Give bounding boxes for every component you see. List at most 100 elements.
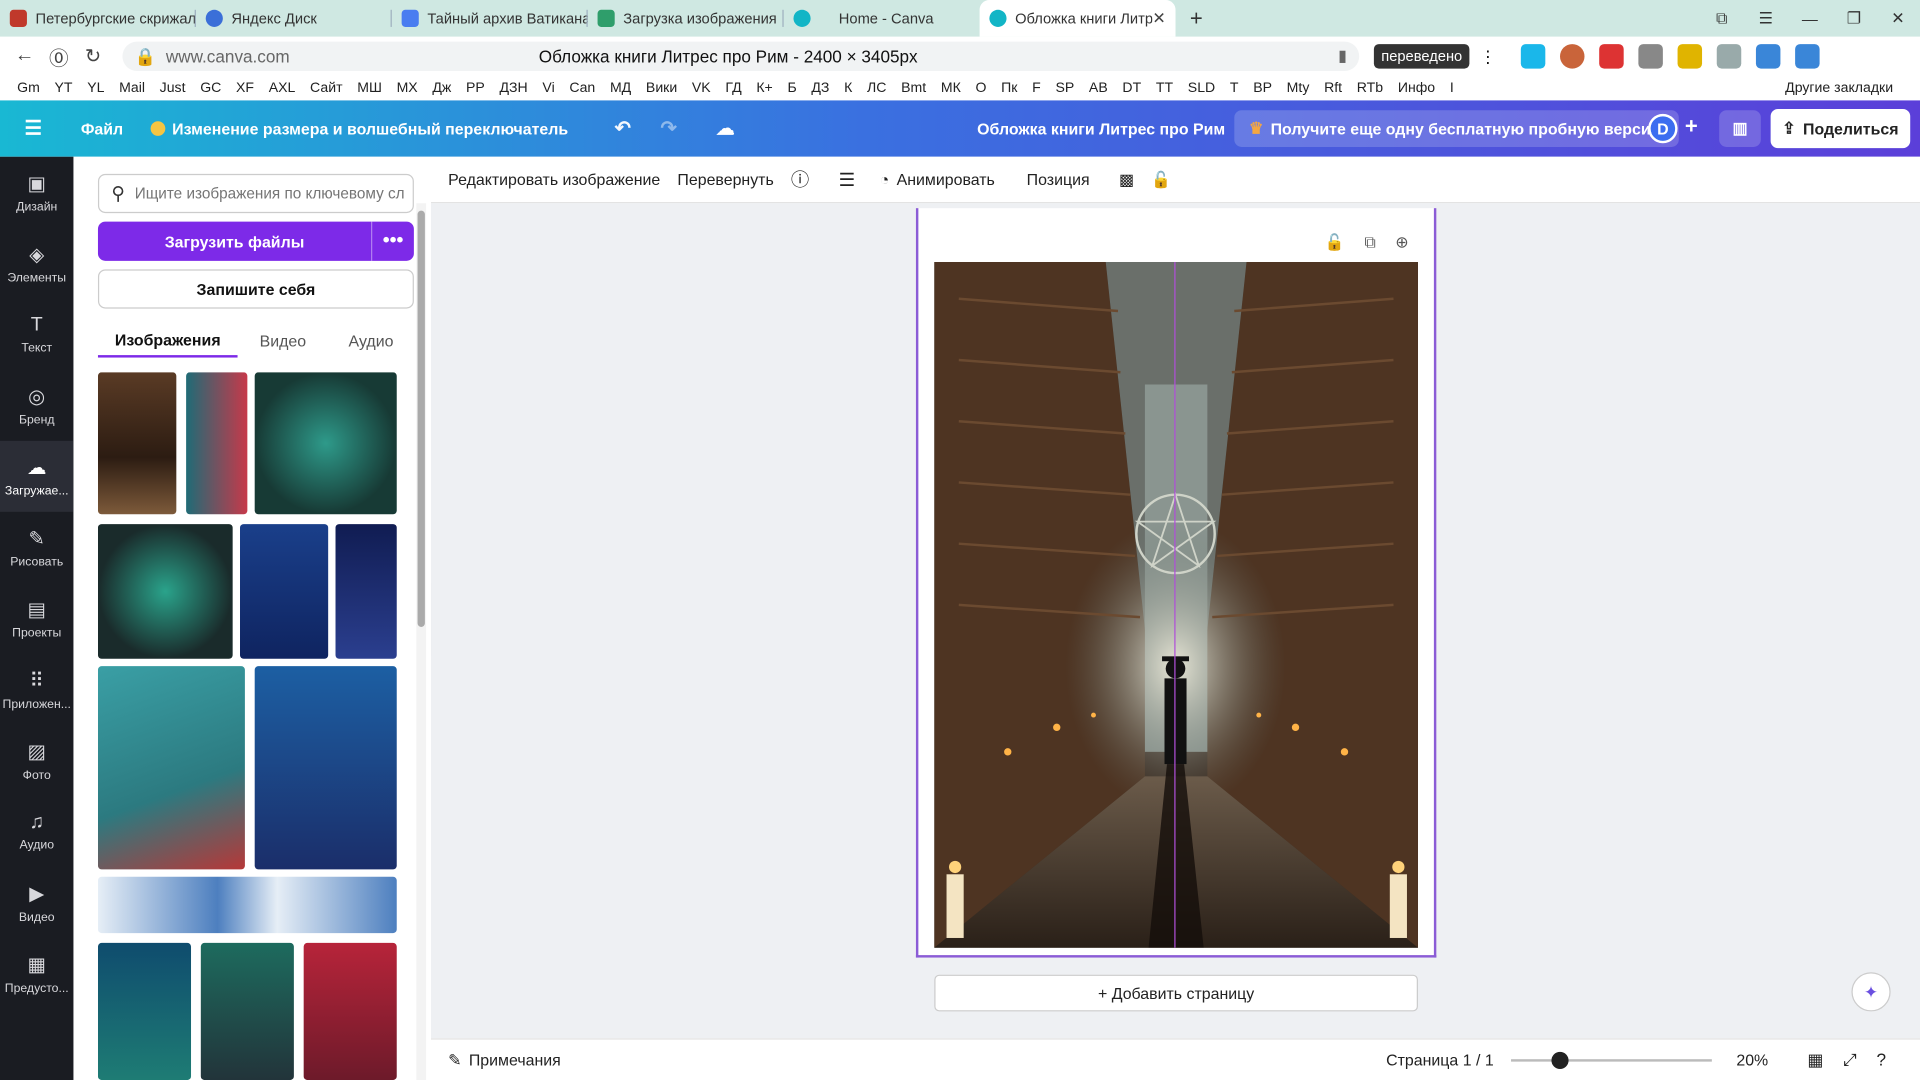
bookmark[interactable]: ЛС xyxy=(867,81,886,96)
transparency-icon[interactable]: ▩ xyxy=(1119,170,1134,190)
bookmark[interactable]: ДЗН xyxy=(500,81,528,96)
rail-item-draw[interactable]: ✎ Рисовать xyxy=(0,512,73,583)
extension-icon[interactable] xyxy=(1677,44,1703,69)
reload-icon[interactable]: ↻ xyxy=(76,44,110,68)
bookmark[interactable]: Вики xyxy=(646,81,677,96)
bookmark[interactable]: ГД xyxy=(725,81,741,96)
bookmark[interactable]: МД xyxy=(610,81,631,96)
scrollbar-thumb[interactable] xyxy=(417,210,425,627)
rail-item-video[interactable]: ▶ Видео xyxy=(0,867,73,938)
rail-item-elements[interactable]: ◈ Элементы xyxy=(0,228,73,299)
share-button[interactable]: ⇪ Поделиться xyxy=(1770,108,1911,149)
redo-icon[interactable]: ↷ xyxy=(660,116,676,140)
notes-button[interactable]: ✎ Примечания xyxy=(448,1050,561,1070)
grid-view-icon[interactable]: ▦ xyxy=(1807,1049,1823,1070)
bookmark[interactable]: МК xyxy=(941,81,961,96)
bookmark[interactable]: Пк xyxy=(1001,81,1017,96)
bookmark[interactable]: SLD xyxy=(1188,81,1215,96)
vimeo-icon[interactable] xyxy=(1521,44,1546,69)
edit-image-button[interactable]: Редактировать изображение xyxy=(448,170,660,188)
menu-icon[interactable]: ☰ xyxy=(1744,9,1788,29)
help-icon[interactable]: ? xyxy=(1876,1049,1886,1070)
bookmark[interactable]: YT xyxy=(55,81,73,96)
bookmark[interactable]: Just xyxy=(160,81,186,96)
document-title[interactable]: Обложка книги Литрес про Рим xyxy=(977,119,1225,137)
cloud-save-icon[interactable]: ☁ xyxy=(716,118,734,140)
zoom-level[interactable]: 20% xyxy=(1736,1051,1768,1069)
close-window-icon[interactable]: ✕ xyxy=(1876,9,1920,29)
add-page-button[interactable]: + Добавить страницу xyxy=(934,974,1418,1012)
browser-tab[interactable]: Home - Canva xyxy=(784,0,980,37)
flip-button[interactable]: Перевернуть xyxy=(677,170,773,188)
bookmark[interactable]: VK xyxy=(692,81,711,96)
rail-item-photos[interactable]: ▨ Фото xyxy=(0,725,73,796)
bookmark[interactable]: Б xyxy=(787,81,796,96)
bookmark[interactable]: АВ xyxy=(1089,81,1108,96)
browser-tab[interactable]: Тайный архив Ватикана xyxy=(392,0,588,37)
tab-images[interactable]: Изображения xyxy=(97,323,238,358)
upload-thumbnail[interactable] xyxy=(97,876,397,934)
upload-thumbnail[interactable] xyxy=(240,524,329,659)
upload-thumbnail[interactable] xyxy=(97,524,233,659)
browser-tab[interactable]: Яндекс Диск xyxy=(196,0,392,37)
record-yourself-button[interactable]: Запишите себя xyxy=(97,269,414,309)
upload-thumbnail[interactable] xyxy=(303,942,397,1080)
position-button[interactable]: Позиция xyxy=(1027,170,1090,188)
bookmark[interactable]: XF xyxy=(236,81,254,96)
panel-scrollbar[interactable] xyxy=(416,203,427,1080)
book-cover-image[interactable] xyxy=(934,262,1418,948)
bookmark[interactable]: ДЗ xyxy=(811,81,829,96)
tab-video[interactable]: Видео xyxy=(238,323,329,357)
bookmark[interactable]: DT xyxy=(1122,81,1141,96)
browser-tab[interactable]: Загрузка изображения xyxy=(588,0,784,37)
url-field[interactable]: 🔒 www.canva.com Обложка книги Литрес про… xyxy=(122,41,1360,72)
zoom-slider[interactable] xyxy=(1511,1051,1712,1069)
bookmark[interactable]: Can xyxy=(569,81,595,96)
bookmark[interactable]: Bmt xyxy=(901,81,926,96)
new-tab-button[interactable]: + xyxy=(1183,5,1210,32)
bookmark[interactable]: Mty xyxy=(1287,81,1310,96)
browser-tab[interactable]: Петербургские скрижали xyxy=(0,0,196,37)
bookmark[interactable]: I xyxy=(1450,81,1454,96)
rail-item-audio[interactable]: ♫ Аудио xyxy=(0,796,73,867)
fullscreen-icon[interactable]: ⤢ xyxy=(1843,1049,1857,1070)
yandex-shield-icon[interactable]: ⓪ xyxy=(42,42,76,71)
bookmark[interactable]: К+ xyxy=(756,81,772,96)
browser-tab-active[interactable]: Обложка книги Литрес✕ xyxy=(979,0,1176,37)
bookmark[interactable]: Mail xyxy=(119,81,145,96)
rail-item-text[interactable]: T Текст xyxy=(0,299,73,370)
rail-item-apps[interactable]: ⠿ Приложен... xyxy=(0,654,73,725)
bookmark[interactable]: Дж xyxy=(432,81,451,96)
file-menu[interactable]: Файл xyxy=(81,119,123,137)
bookmark[interactable]: ВР xyxy=(1253,81,1272,96)
insights-icon[interactable]: ▥ xyxy=(1719,110,1761,147)
back-arrow-icon[interactable]: ← xyxy=(7,45,41,67)
bookmark[interactable]: РР xyxy=(466,81,485,96)
magic-resize-button[interactable]: Изменение размера и волшебный переключат… xyxy=(150,119,568,138)
undo-icon[interactable]: ↶ xyxy=(615,116,631,140)
bookmark[interactable]: AXL xyxy=(269,81,296,96)
bookmark[interactable]: SP xyxy=(1055,81,1074,96)
bookmark[interactable]: TT xyxy=(1156,81,1173,96)
rail-item-brand[interactable]: ◎ Бренд xyxy=(0,370,73,441)
download-icon[interactable] xyxy=(1795,44,1820,69)
tab-audio[interactable]: Аудио xyxy=(328,323,414,357)
upload-thumbnail[interactable] xyxy=(335,524,397,659)
bookmark[interactable]: T xyxy=(1230,81,1239,96)
upload-thumbnail[interactable] xyxy=(186,372,248,515)
upload-thumbnail[interactable] xyxy=(97,372,177,515)
extension-icon[interactable] xyxy=(1756,44,1781,69)
bookmark[interactable]: Инфо xyxy=(1398,81,1435,96)
bookmark[interactable]: О xyxy=(976,81,987,96)
upload-files-button[interactable]: Загрузить файлы ••• xyxy=(97,221,414,261)
minimize-icon[interactable]: — xyxy=(1788,9,1832,27)
magic-assistant-icon[interactable]: ✦ xyxy=(1851,972,1891,1012)
info-icon[interactable]: ⓘ xyxy=(791,167,809,193)
border-style-icon[interactable]: ☰ xyxy=(839,168,855,191)
add-page-icon[interactable]: ⊕ xyxy=(1395,233,1408,253)
extension-icon[interactable] xyxy=(1560,44,1585,69)
rail-item-presets[interactable]: ▦ Предусто... xyxy=(0,938,73,1009)
upload-thumbnail[interactable] xyxy=(254,372,397,515)
avatar[interactable]: D xyxy=(1648,113,1678,144)
invite-plus-icon[interactable]: + xyxy=(1685,114,1698,140)
